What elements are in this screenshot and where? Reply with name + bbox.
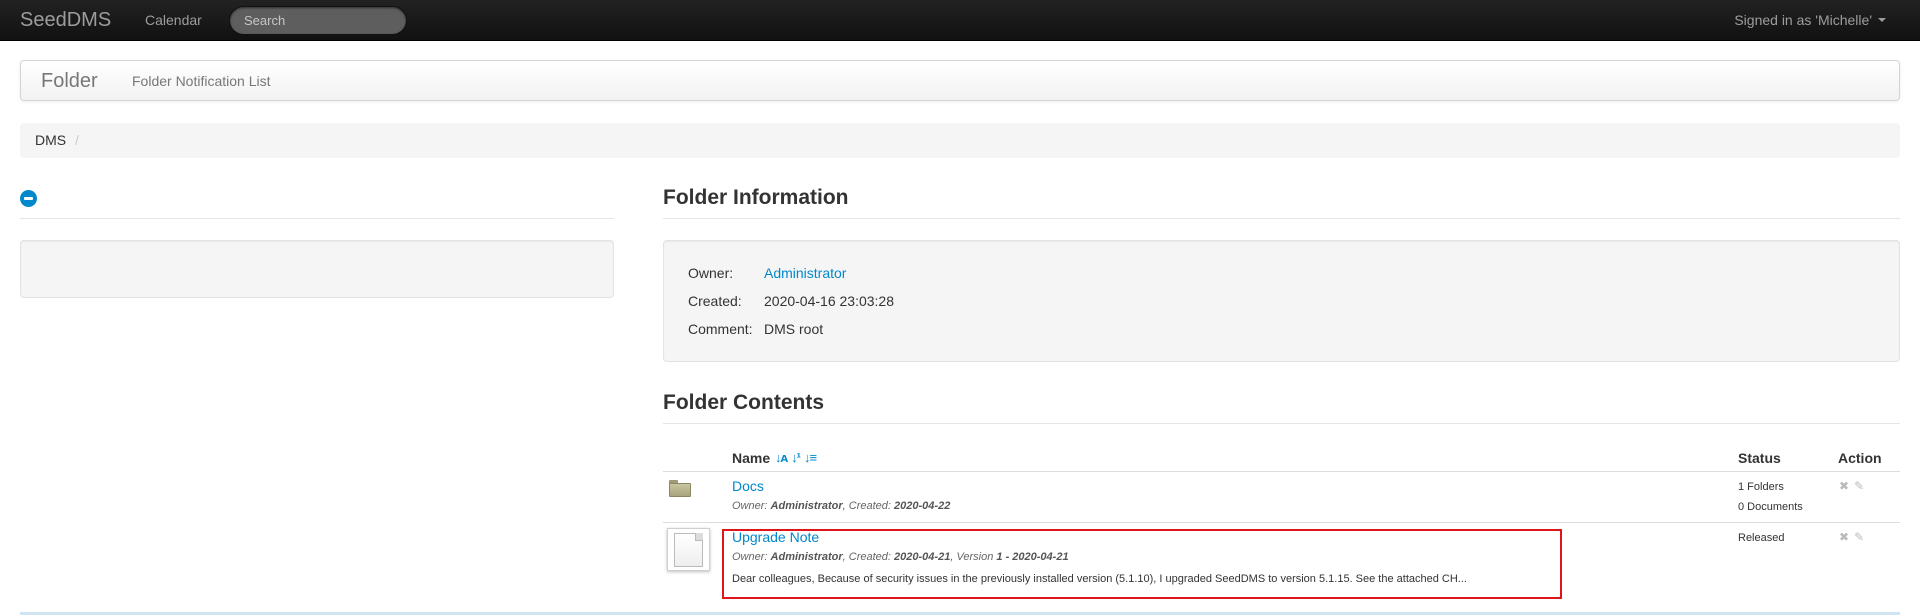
folder-contents-title: Folder Contents	[663, 391, 824, 414]
folder-icon[interactable]	[669, 480, 691, 497]
caret-down-icon	[1878, 18, 1886, 22]
folder-page-header: Folder Folder Notification List	[20, 60, 1900, 101]
owner-link[interactable]: Administrator	[764, 265, 846, 281]
sort-controls: ↓ᴀ ↓¹ ↓≡	[775, 450, 817, 465]
sort-numeric-icon[interactable]: ↓¹	[791, 450, 801, 465]
sort-amount-icon[interactable]: ↓≡	[804, 450, 817, 465]
folder-meta: Owner: Administrator, Created: 2020-04-2…	[732, 500, 951, 512]
document-actions: ✖ ✎	[1839, 530, 1864, 544]
search-input[interactable]	[229, 6, 407, 35]
edit-icon[interactable]: ✎	[1854, 530, 1864, 544]
action-column-header: Action	[1838, 450, 1882, 466]
document-thumbnail[interactable]	[667, 528, 710, 571]
folder-notification-list-link[interactable]: Folder Notification List	[132, 73, 271, 89]
created-value: 2020-04-16 23:03:28	[764, 293, 894, 309]
contents-table-header: Name Status Action	[663, 446, 1900, 472]
folder-information-divider	[663, 218, 1900, 219]
folder-information-panel: Owner: Administrator Created: 2020-04-16…	[663, 240, 1900, 362]
folder-tree-panel	[20, 240, 614, 298]
calendar-link[interactable]: Calendar	[145, 12, 202, 28]
folder-status-documents: 0 Documents	[1738, 501, 1803, 513]
user-menu-label: Signed in as 'Michelle'	[1734, 12, 1872, 28]
folder-information-title: Folder Information	[663, 186, 849, 209]
left-divider	[20, 218, 614, 219]
folder-status-folders: 1 Folders	[1738, 481, 1784, 493]
delete-icon[interactable]: ✖	[1839, 479, 1849, 493]
comment-value: DMS root	[764, 321, 824, 337]
edit-icon[interactable]: ✎	[1854, 479, 1864, 493]
document-status: Released	[1738, 532, 1785, 544]
folder-link-docs[interactable]: Docs	[732, 478, 764, 494]
created-label: Created:	[688, 293, 742, 309]
page-title[interactable]: Folder	[41, 70, 98, 93]
top-navbar: SeedDMS Calendar Signed in as 'Michelle'	[0, 0, 1920, 41]
highlight-box	[722, 529, 1562, 599]
status-column-header: Status	[1738, 450, 1781, 466]
sort-alpha-icon[interactable]: ↓ᴀ	[775, 450, 788, 465]
folder-actions: ✖ ✎	[1839, 479, 1864, 493]
comment-label: Comment:	[688, 321, 753, 337]
breadcrumb: DMS /	[20, 123, 1900, 158]
breadcrumb-divider: /	[75, 132, 79, 148]
row-divider	[663, 522, 1900, 523]
owner-label: Owner:	[688, 265, 734, 281]
collapse-tree-icon[interactable]	[20, 190, 37, 207]
delete-icon[interactable]: ✖	[1839, 530, 1849, 544]
name-column-header: Name	[732, 450, 771, 466]
folder-contents-divider	[663, 423, 1900, 424]
user-menu-toggle[interactable]: Signed in as 'Michelle'	[1734, 12, 1886, 28]
brand-link[interactable]: SeedDMS	[20, 9, 111, 32]
breadcrumb-item-dms[interactable]: DMS	[35, 132, 66, 148]
